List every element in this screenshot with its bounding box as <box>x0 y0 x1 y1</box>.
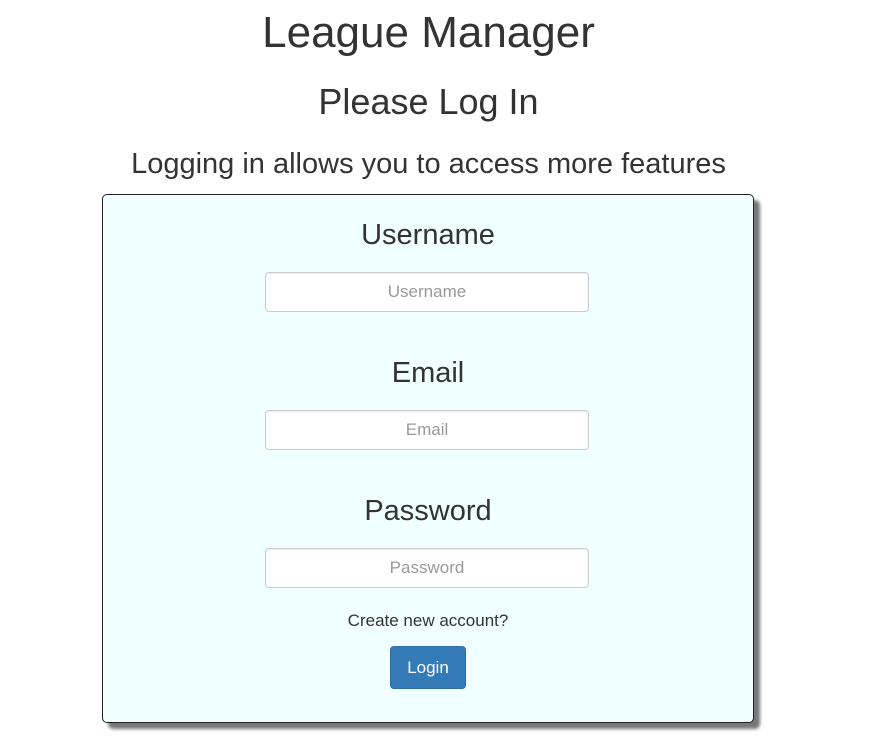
app-title: League Manager <box>262 8 595 57</box>
username-label: Username <box>361 219 495 251</box>
login-form-panel: Username Email Password Create new accou… <box>102 194 754 723</box>
login-button[interactable]: Login <box>390 646 466 689</box>
page-subheading: Logging in allows you to access more fea… <box>131 148 726 180</box>
username-input[interactable] <box>265 272 589 312</box>
page-heading: Please Log In <box>318 81 539 122</box>
email-input[interactable] <box>265 410 589 450</box>
email-label: Email <box>391 357 465 389</box>
password-input[interactable] <box>265 548 589 588</box>
create-account-link[interactable]: Create new account? <box>103 611 753 631</box>
password-label: Password <box>364 495 492 527</box>
